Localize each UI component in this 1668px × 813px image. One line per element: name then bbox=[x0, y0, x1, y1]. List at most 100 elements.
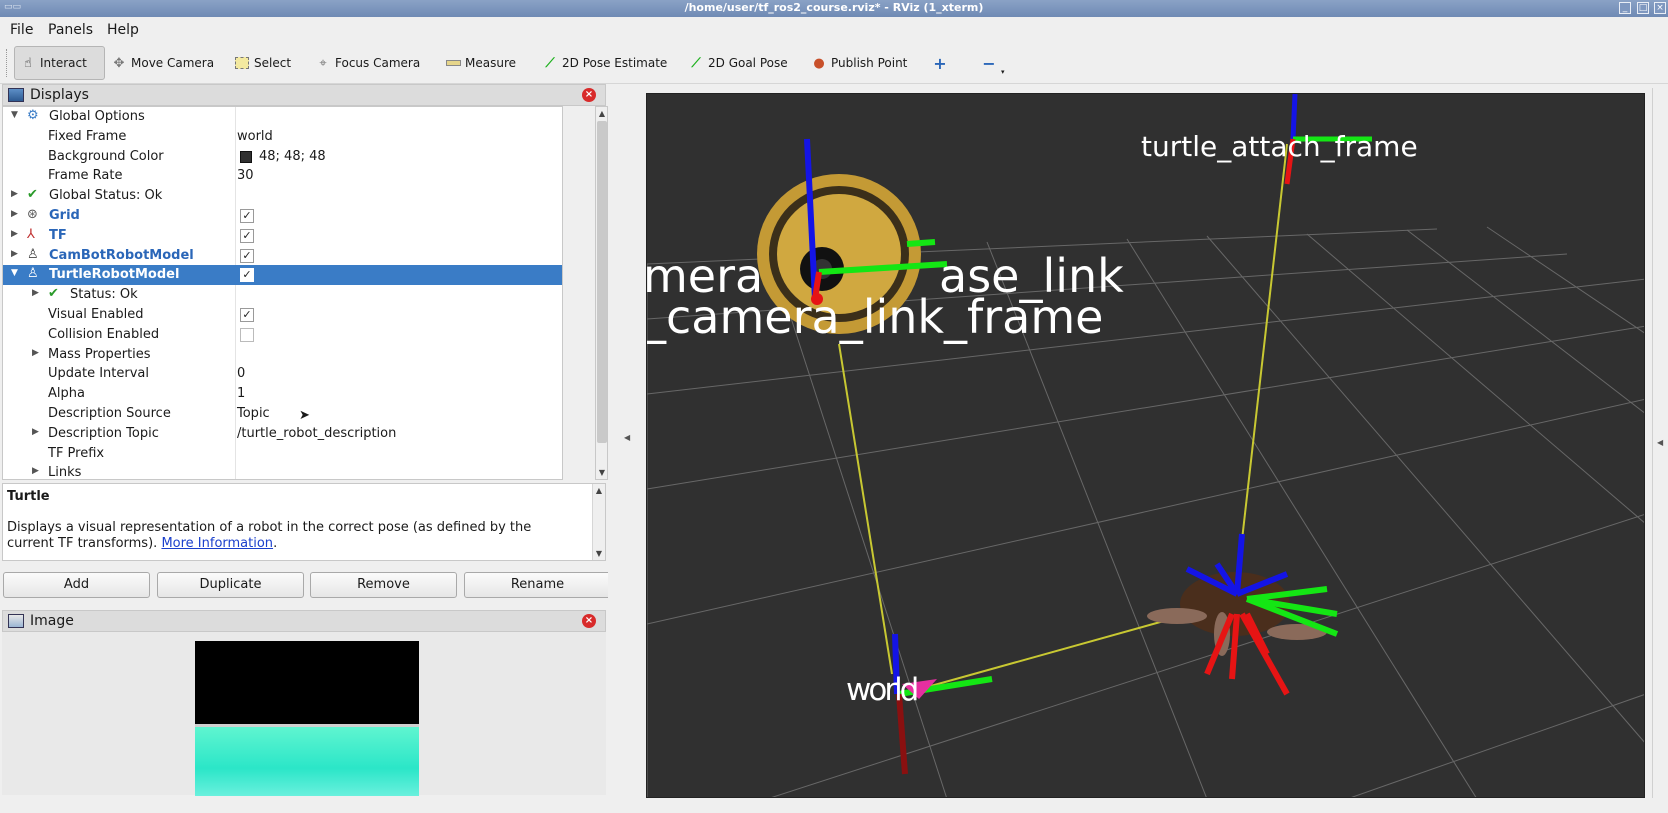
tree-row-background-color[interactable]: Background Color 48; 48; 48 bbox=[3, 147, 562, 167]
scroll-up-arrow-icon[interactable]: ▲ bbox=[593, 486, 605, 495]
collision-enabled-checkbox[interactable] bbox=[240, 327, 254, 342]
tree-row-frame-rate[interactable]: Frame Rate 30 bbox=[3, 166, 562, 186]
focus-camera-tool[interactable]: ⌖ Focus Camera bbox=[310, 46, 425, 80]
tree-row-turtle-robot-model[interactable]: ▼ ♙ TurtleRobotModel ✓ bbox=[3, 265, 562, 286]
tree-row-status-ok[interactable]: ▶ ✔ Status: Ok bbox=[3, 285, 562, 305]
turtle-checkbox[interactable]: ✓ bbox=[240, 268, 254, 283]
remove-tool-button[interactable]: − ▾ bbox=[976, 46, 1010, 80]
more-information-link[interactable]: More Information bbox=[161, 536, 273, 551]
update-interval-value[interactable]: 0 bbox=[237, 366, 245, 381]
collapsed-arrow-icon[interactable]: ▶ bbox=[32, 288, 39, 298]
right-panel-edge[interactable]: ◀ bbox=[1652, 88, 1668, 798]
add-button[interactable]: Add bbox=[3, 572, 150, 598]
collapsed-arrow-icon[interactable]: ▶ bbox=[32, 466, 39, 476]
color-swatch[interactable] bbox=[240, 150, 252, 163]
collapsed-arrow-icon[interactable]: ▶ bbox=[11, 189, 18, 199]
collapsed-arrow-icon[interactable]: ▶ bbox=[32, 348, 39, 358]
checkmark-icon: ✔ bbox=[48, 286, 59, 302]
tree-row-mass-properties[interactable]: ▶ Mass Properties bbox=[3, 345, 562, 365]
scroll-thumb[interactable] bbox=[597, 121, 607, 443]
move-arrows-icon: ✥ bbox=[113, 55, 125, 71]
row-label: Update Interval bbox=[48, 366, 149, 382]
visual-enabled-checkbox[interactable]: ✓ bbox=[240, 308, 254, 322]
image-header: Image × bbox=[2, 610, 606, 632]
row-label: Global Options bbox=[49, 109, 145, 124]
remove-button[interactable]: Remove bbox=[310, 572, 457, 598]
window-title: /home/user/tf_ros2_course.rviz* - RViz (… bbox=[684, 1, 984, 14]
collapsed-arrow-icon[interactable]: ▶ bbox=[32, 427, 39, 437]
tree-row-links[interactable]: ▶ Links bbox=[3, 463, 562, 480]
menu-panels[interactable]: Panels bbox=[48, 22, 93, 38]
tree-row-update-interval[interactable]: Update Interval 0 bbox=[3, 364, 562, 384]
fixed-frame-value[interactable]: world bbox=[237, 129, 273, 144]
interact-label: Interact bbox=[40, 56, 87, 70]
collapsed-arrow-icon[interactable]: ▶ bbox=[11, 229, 18, 239]
pose-estimate-tool[interactable]: ⟋ 2D Pose Estimate bbox=[537, 46, 672, 80]
measure-tool[interactable]: Measure bbox=[440, 46, 521, 80]
frame-rate-value[interactable]: 30 bbox=[237, 168, 254, 183]
tree-row-global-status[interactable]: ▶ ✔ Global Status: Ok bbox=[3, 186, 562, 206]
goal-pose-tool[interactable]: ⟋ 2D Goal Pose bbox=[683, 46, 793, 80]
expanded-arrow-icon[interactable]: ▼ bbox=[11, 110, 18, 120]
move-camera-tool[interactable]: ✥ Move Camera bbox=[106, 46, 219, 80]
minimize-button[interactable]: _ bbox=[1619, 2, 1631, 14]
expanded-arrow-icon[interactable]: ▼ bbox=[11, 268, 18, 278]
duplicate-button[interactable]: Duplicate bbox=[157, 572, 304, 598]
close-displays-button[interactable]: × bbox=[582, 88, 596, 102]
cambot-checkbox[interactable]: ✓ bbox=[240, 248, 254, 263]
scroll-down-arrow-icon[interactable]: ▼ bbox=[596, 468, 608, 477]
collapsed-arrow-icon[interactable]: ▶ bbox=[11, 209, 18, 219]
publish-point-tool[interactable]: ● Publish Point bbox=[806, 46, 912, 80]
row-label: Links bbox=[48, 465, 82, 480]
background-color-value[interactable]: 48; 48; 48 bbox=[259, 149, 326, 164]
tree-row-tf-prefix[interactable]: TF Prefix bbox=[3, 444, 562, 464]
frame-label-camera-link: _camera_link_frame bbox=[646, 290, 1104, 344]
monitor-icon bbox=[8, 88, 24, 102]
tree-row-description-source[interactable]: Description Source Topic ➤ bbox=[3, 404, 562, 424]
grid-checkbox[interactable]: ✓ bbox=[240, 209, 254, 223]
description-source-value[interactable]: Topic bbox=[237, 406, 270, 421]
tree-row-visual-enabled[interactable]: Visual Enabled ✓ bbox=[3, 305, 562, 325]
tree-row-cambot-robot-model[interactable]: ▶ ♙ CamBotRobotModel ✓ bbox=[3, 246, 562, 266]
row-label: TF bbox=[49, 227, 67, 243]
publish-point-label: Publish Point bbox=[831, 56, 908, 70]
tf-checkbox[interactable]: ✓ bbox=[240, 228, 254, 243]
add-tool-button[interactable]: + bbox=[927, 46, 953, 80]
tree-row-grid[interactable]: ▶ ⊛ Grid ✓ bbox=[3, 206, 562, 226]
row-label: Description Source bbox=[48, 406, 171, 421]
description-scrollbar[interactable]: ▲ ▼ bbox=[592, 484, 605, 560]
tree-row-global-options[interactable]: ▼ ⚙ Global Options bbox=[3, 107, 562, 127]
scroll-up-arrow-icon[interactable]: ▲ bbox=[596, 109, 608, 118]
close-image-button[interactable]: × bbox=[582, 614, 596, 628]
tree-row-description-topic[interactable]: ▶ Description Topic /turtle_robot_descri… bbox=[3, 424, 562, 444]
close-window-button[interactable]: × bbox=[1654, 2, 1666, 14]
plus-icon: + bbox=[933, 53, 947, 73]
scroll-down-arrow-icon[interactable]: ▼ bbox=[593, 549, 605, 558]
tree-row-tf[interactable]: ▶ ⅄ TF ✓ bbox=[3, 226, 562, 246]
alpha-value[interactable]: 1 bbox=[237, 386, 245, 401]
menu-file[interactable]: File bbox=[10, 22, 33, 38]
displays-tree: ▼ ⚙ Global Options Fixed Frame world Bac… bbox=[2, 106, 563, 480]
tree-row-alpha[interactable]: Alpha 1 bbox=[3, 384, 562, 404]
panel-splitter[interactable]: ◀ bbox=[608, 88, 642, 798]
tree-row-collision-enabled[interactable]: Collision Enabled bbox=[3, 325, 562, 345]
row-label: Frame Rate bbox=[48, 168, 123, 184]
tree-row-fixed-frame[interactable]: Fixed Frame world bbox=[3, 127, 562, 147]
rename-button[interactable]: Rename bbox=[464, 572, 611, 598]
collapsed-arrow-icon[interactable]: ▶ bbox=[11, 249, 18, 259]
collapse-left-arrow-icon[interactable]: ◀ bbox=[624, 433, 630, 442]
menu-help[interactable]: Help bbox=[107, 22, 139, 38]
displays-header: Displays × bbox=[2, 84, 606, 106]
description-topic-value[interactable]: /turtle_robot_description bbox=[237, 426, 396, 441]
render-viewport[interactable]: turtle_attach_frame mera ase_link _camer… bbox=[646, 93, 1645, 798]
select-tool[interactable]: Select bbox=[229, 46, 296, 80]
tree-scrollbar[interactable]: ▲ ▼ bbox=[595, 106, 608, 480]
description-box: Turtle Displays a visual representation … bbox=[2, 483, 606, 561]
maximize-button[interactable]: □ bbox=[1637, 2, 1649, 14]
frame-label-turtle-attach: turtle_attach_frame bbox=[1141, 130, 1418, 163]
interact-tool[interactable]: ☝ Interact bbox=[14, 46, 105, 80]
expand-right-arrow-icon[interactable]: ◀ bbox=[1657, 438, 1663, 447]
toolbar-handle[interactable] bbox=[6, 49, 9, 77]
displays-title: Displays bbox=[30, 87, 89, 103]
row-label: CamBotRobotModel bbox=[49, 247, 194, 263]
